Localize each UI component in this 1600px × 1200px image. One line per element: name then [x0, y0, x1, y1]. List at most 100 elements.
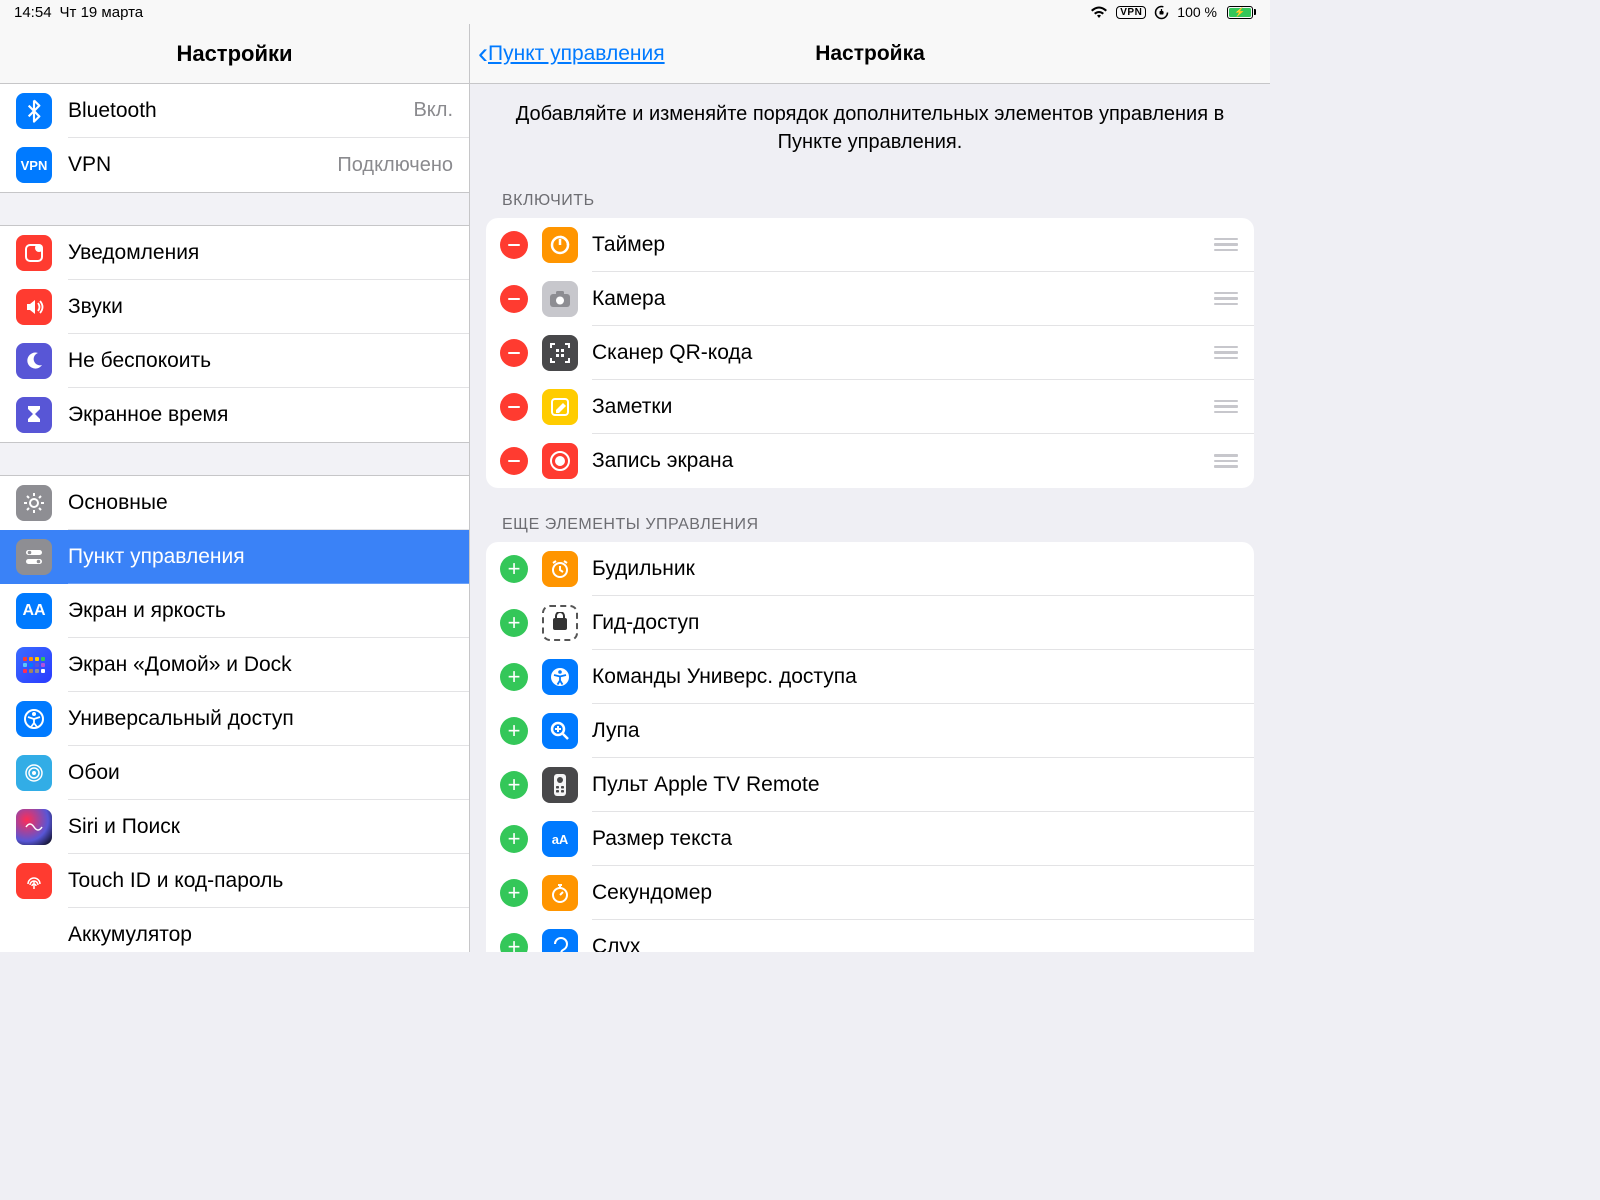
- sound-icon: [16, 289, 52, 325]
- vpn-icon: VPN: [16, 147, 52, 183]
- home-icon: [16, 647, 52, 683]
- sidebar-item-touchid[interactable]: Touch ID и код-пароль: [0, 854, 469, 908]
- remove-button[interactable]: [500, 339, 528, 367]
- siri-icon: [16, 809, 52, 845]
- remove-button[interactable]: [500, 393, 528, 421]
- control-row-qr: Сканер QR-кода: [486, 326, 1254, 380]
- detail-description: Добавляйте и изменяйте порядок дополните…: [470, 84, 1270, 164]
- drag-handle-icon[interactable]: [1214, 346, 1238, 360]
- moon-icon: [16, 343, 52, 379]
- control-row-camera: Камера: [486, 272, 1254, 326]
- wifi-icon: [1090, 6, 1108, 19]
- bluetooth-icon: [16, 93, 52, 129]
- record-icon: [542, 443, 578, 479]
- control-label: Будильник: [592, 557, 1238, 581]
- sidebar-item-label: Аккумулятор: [68, 923, 453, 947]
- sidebar-item-sounds[interactable]: Звуки: [0, 280, 469, 334]
- drag-handle-icon[interactable]: [1214, 238, 1238, 252]
- control-row-appletv: Пульт Apple TV Remote: [486, 758, 1254, 812]
- sidebar-item-general[interactable]: Основные: [0, 476, 469, 530]
- sidebar-item-bluetooth[interactable]: BluetoothВкл.: [0, 84, 469, 138]
- sidebar-item-label: Универсальный доступ: [68, 707, 453, 731]
- sidebar-scroll[interactable]: BluetoothВкл.VPNVPNПодключено Уведомлени…: [0, 84, 469, 952]
- back-label: Пункт управления: [488, 42, 665, 66]
- add-button[interactable]: [500, 663, 528, 691]
- sidebar-item-accessibility[interactable]: Универсальный доступ: [0, 692, 469, 746]
- camera-icon: [542, 281, 578, 317]
- control-row-magnifier: Лупа: [486, 704, 1254, 758]
- sidebar-item-home[interactable]: Экран «Домой» и Dock: [0, 638, 469, 692]
- add-button[interactable]: [500, 771, 528, 799]
- drag-handle-icon[interactable]: [1214, 292, 1238, 306]
- control-row-hearing: Слух: [486, 920, 1254, 952]
- sidebar-item-label: Экранное время: [68, 403, 453, 427]
- section-header-more: ЕЩЕ ЭЛЕМЕНТЫ УПРАВЛЕНИЯ: [470, 488, 1270, 542]
- notif-icon: [16, 235, 52, 271]
- aa-icon: AA: [16, 593, 52, 629]
- add-button[interactable]: [500, 555, 528, 583]
- sidebar-item-label: Пункт управления: [68, 545, 453, 569]
- sidebar-item-label: Экран и яркость: [68, 599, 453, 623]
- sidebar-item-dnd[interactable]: Не беспокоить: [0, 334, 469, 388]
- sidebar-item-display[interactable]: AA Экран и яркость: [0, 584, 469, 638]
- drag-handle-icon[interactable]: [1214, 454, 1238, 468]
- alarm-icon: [542, 551, 578, 587]
- sidebar-item-label: Не беспокоить: [68, 349, 453, 373]
- sidebar-item-wallpaper[interactable]: Обои: [0, 746, 469, 800]
- sidebar-item-label: Bluetooth: [68, 99, 413, 123]
- sidebar-header: Настройки: [0, 24, 469, 84]
- add-button[interactable]: [500, 933, 528, 952]
- rotation-lock-icon: [1154, 5, 1169, 20]
- control-row-record: Запись экрана: [486, 434, 1254, 488]
- sidebar-item-control-center[interactable]: Пункт управления: [0, 530, 469, 584]
- hourglass-icon: [16, 397, 52, 433]
- sidebar-item-label: Звуки: [68, 295, 453, 319]
- textsize-icon: аА: [542, 821, 578, 857]
- control-label: Заметки: [592, 395, 1214, 419]
- drag-handle-icon[interactable]: [1214, 400, 1238, 414]
- wall-icon: [16, 755, 52, 791]
- control-label: Секундомер: [592, 881, 1238, 905]
- gear-icon: [16, 485, 52, 521]
- detail-body[interactable]: Добавляйте и изменяйте порядок дополните…: [470, 84, 1270, 952]
- control-row-alarm: Будильник: [486, 542, 1254, 596]
- status-date: Чт 19 марта: [60, 4, 144, 21]
- hearing-icon: [542, 929, 578, 952]
- remove-button[interactable]: [500, 231, 528, 259]
- sidebar-item-label: Основные: [68, 491, 453, 515]
- control-label: Слух: [592, 935, 1238, 952]
- add-button[interactable]: [500, 879, 528, 907]
- battery-icon: ⚡: [1225, 6, 1256, 19]
- sidebar-item-status: Вкл.: [413, 99, 453, 122]
- sidebar-item-screentime[interactable]: Экранное время: [0, 388, 469, 442]
- settings-sidebar: Настройки BluetoothВкл.VPNVPNПодключено …: [0, 24, 470, 952]
- remove-button[interactable]: [500, 447, 528, 475]
- add-button[interactable]: [500, 609, 528, 637]
- control-label: Запись экрана: [592, 449, 1214, 473]
- sidebar-item-vpn[interactable]: VPNVPNПодключено: [0, 138, 469, 192]
- sidebar-item-battery[interactable]: Аккумулятор: [0, 908, 469, 952]
- timer-icon: [542, 227, 578, 263]
- back-button[interactable]: ‹ Пункт управления: [478, 39, 665, 69]
- status-time: 14:54: [14, 4, 52, 21]
- battery-percent: 100 %: [1177, 4, 1217, 20]
- stopwatch-icon: [542, 875, 578, 911]
- batt-icon: [16, 917, 52, 952]
- add-button[interactable]: [500, 825, 528, 853]
- chevron-left-icon: ‹: [478, 39, 488, 69]
- control-row-notes: Заметки: [486, 380, 1254, 434]
- status-bar: 14:54 Чт 19 марта VPN 100 % ⚡: [0, 0, 1270, 24]
- detail-title: Настройка: [815, 42, 925, 66]
- sidebar-item-notifications[interactable]: Уведомления: [0, 226, 469, 280]
- qr-icon: [542, 335, 578, 371]
- sidebar-item-label: Обои: [68, 761, 453, 785]
- remove-button[interactable]: [500, 285, 528, 313]
- sidebar-item-siri[interactable]: Siri и Поиск: [0, 800, 469, 854]
- detail-pane: ‹ Пункт управления Настройка Добавляйте …: [470, 24, 1270, 952]
- add-button[interactable]: [500, 717, 528, 745]
- control-label: Таймер: [592, 233, 1214, 257]
- toggles-icon: [16, 539, 52, 575]
- access-cmd-icon: [542, 659, 578, 695]
- control-label: Камера: [592, 287, 1214, 311]
- control-label: Команды Универс. доступа: [592, 665, 1238, 689]
